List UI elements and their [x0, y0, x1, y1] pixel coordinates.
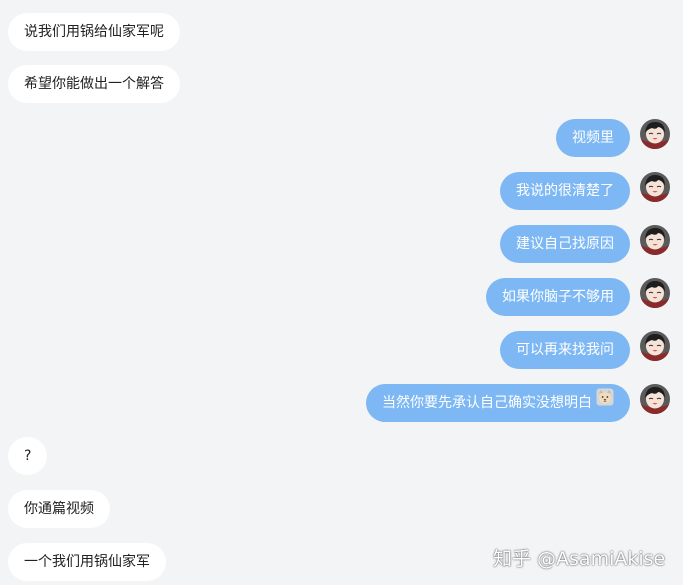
message-text: 视频里 — [572, 130, 614, 146]
avatar-image — [640, 278, 670, 308]
message-text: 如果你脑子不够用 — [502, 289, 614, 305]
message-text: 当然你要先承认自己确实没想明白 — [382, 395, 592, 411]
user-avatar[interactable] — [640, 172, 670, 202]
message-text: ? — [24, 448, 32, 464]
chat-thread: 说我们用锅给仙家军呢 希望你能做出一个解答 视频里 我说的很清楚了 建议自己找原… — [0, 0, 683, 585]
user-avatar[interactable] — [640, 225, 670, 255]
user-avatar[interactable] — [640, 278, 670, 308]
message-text: 我说的很清楚了 — [516, 183, 614, 199]
message-text: 希望你能做出一个解答 — [24, 76, 164, 92]
incoming-message-bubble[interactable]: 一个我们用锅仙家军 — [8, 543, 166, 581]
outgoing-message-bubble[interactable]: 我说的很清楚了 — [500, 172, 630, 210]
outgoing-message-bubble[interactable]: 可以再来找我问 — [500, 331, 630, 369]
avatar-image — [640, 119, 670, 149]
incoming-message-bubble[interactable]: 你通篇视频 — [8, 490, 110, 528]
outgoing-message-bubble[interactable]: 如果你脑子不够用 — [486, 278, 630, 316]
message-text: 你通篇视频 — [24, 501, 94, 517]
incoming-message-bubble[interactable]: ? — [8, 437, 48, 475]
incoming-message-bubble[interactable]: 说我们用锅给仙家军呢 — [8, 13, 180, 51]
zhihu-watermark: 知乎 @AsamiAkise — [493, 548, 666, 570]
avatar-image — [640, 172, 670, 202]
user-avatar[interactable] — [640, 384, 670, 414]
outgoing-message-bubble[interactable]: 视频里 — [556, 119, 630, 157]
dog-face-emoji-icon — [596, 383, 614, 421]
message-text: 可以再来找我问 — [516, 342, 614, 358]
message-text: 说我们用锅给仙家军呢 — [24, 24, 164, 40]
outgoing-message-bubble[interactable]: 建议自己找原因 — [500, 225, 630, 263]
user-avatar[interactable] — [640, 331, 670, 361]
avatar-image — [640, 331, 670, 361]
avatar-image — [640, 225, 670, 255]
avatar-image — [640, 384, 670, 414]
message-text: 建议自己找原因 — [516, 236, 614, 252]
outgoing-message-bubble[interactable]: 当然你要先承认自己确实没想明白 — [366, 384, 630, 422]
user-avatar[interactable] — [640, 119, 670, 149]
incoming-message-bubble[interactable]: 希望你能做出一个解答 — [8, 65, 180, 103]
message-text: 一个我们用锅仙家军 — [24, 554, 150, 570]
